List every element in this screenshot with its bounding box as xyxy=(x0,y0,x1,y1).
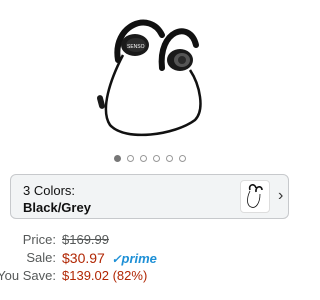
gallery-dot[interactable] xyxy=(127,155,134,162)
image-gallery-dots[interactable] xyxy=(0,155,300,165)
prime-label: prime xyxy=(121,251,157,266)
gallery-dot[interactable] xyxy=(153,155,160,162)
list-price: $169.99 xyxy=(62,232,109,247)
color-variant-selector[interactable]: 3 Colors: Black/Grey › xyxy=(10,174,289,219)
price-label: Price: xyxy=(22,232,56,247)
prime-check-icon: ✓ xyxy=(111,252,122,266)
variant-count-label: 3 Colors: xyxy=(23,183,76,198)
gallery-dot[interactable] xyxy=(166,155,173,162)
savings-label: You Save: xyxy=(0,268,56,283)
product-image[interactable]: SENSO xyxy=(0,0,300,150)
gallery-dot[interactable] xyxy=(179,155,186,162)
sale-price: $30.97 xyxy=(62,250,105,266)
gallery-dot[interactable] xyxy=(114,155,121,162)
prime-badge: ✓prime xyxy=(111,251,156,266)
savings-value: $139.02 (82%) xyxy=(62,268,148,283)
earbud-brand: SENSO xyxy=(127,44,145,50)
earbuds-image: SENSO xyxy=(96,19,202,137)
gallery-dot[interactable] xyxy=(140,155,147,162)
chevron-right-icon: › xyxy=(278,187,284,204)
sale-label: Sale: xyxy=(26,250,56,265)
earbuds-thumbnail-icon xyxy=(240,180,270,213)
variant-selected-name: Black/Grey xyxy=(23,200,91,215)
